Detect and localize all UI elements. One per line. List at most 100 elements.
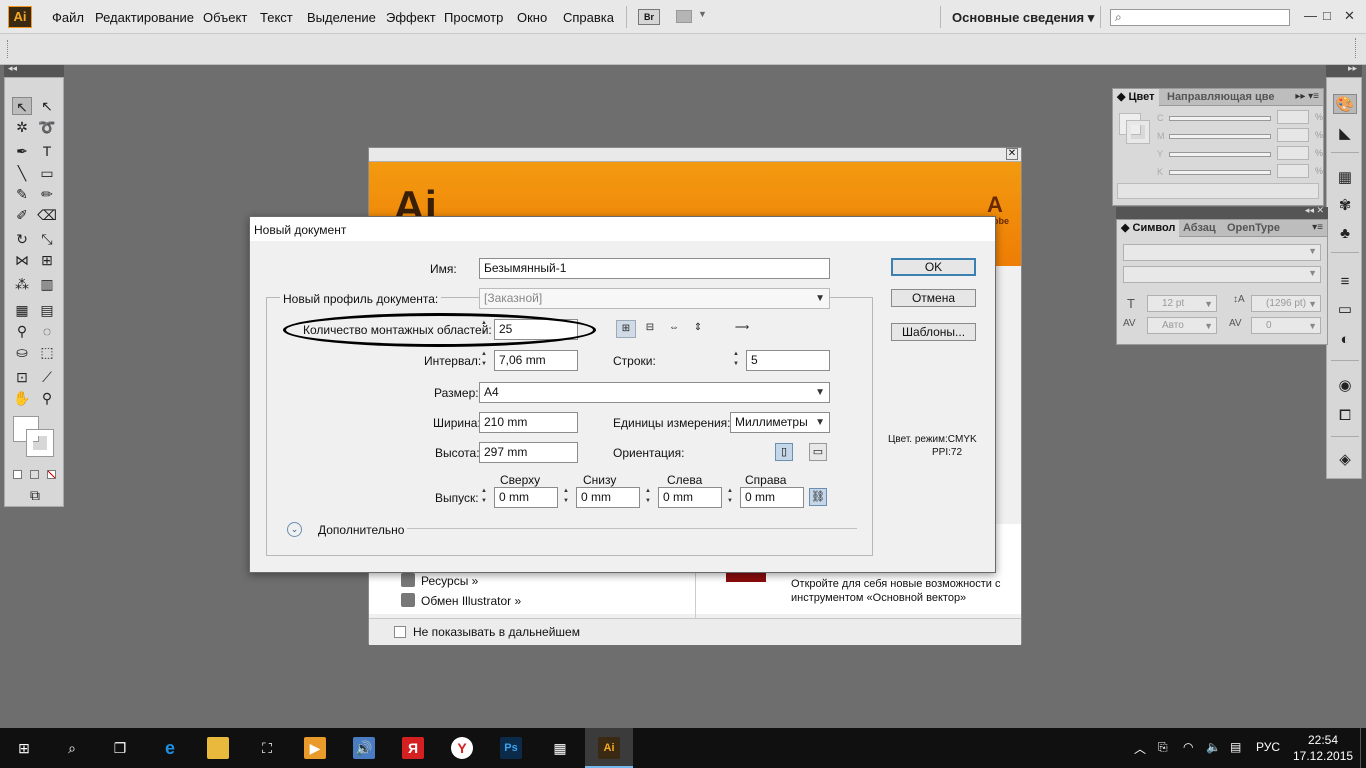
taskbar-yandex-browser[interactable]: Y (438, 728, 486, 768)
ok-button[interactable]: OK (891, 258, 976, 276)
hand-tool-icon[interactable]: ✋ (12, 389, 32, 407)
maximize-button[interactable]: □ (1323, 8, 1331, 23)
exchange-link[interactable]: Обмен Illustrator » (401, 593, 521, 608)
name-input[interactable]: Безымянный-1 (479, 258, 830, 279)
right-to-left-icon[interactable]: ⟶ (732, 320, 752, 338)
color-guide-icon[interactable]: ◣ (1335, 124, 1355, 144)
bridge-button[interactable]: Br (638, 9, 660, 25)
menu-view[interactable]: Просмотр (444, 10, 503, 25)
panel-menu-icon[interactable]: ▸▸ ▾≡ (1295, 91, 1319, 102)
clock[interactable]: 22:54 17.12.2015 (1293, 732, 1353, 764)
dont-show-checkbox[interactable] (394, 626, 406, 638)
tracking-input[interactable]: 0 ▼ (1251, 317, 1321, 334)
blob-brush-tool-icon[interactable]: ✐ (12, 206, 32, 224)
spacing-stepper[interactable] (480, 350, 492, 371)
control-bar-grip-right[interactable] (1355, 38, 1358, 58)
tab-opentype[interactable]: OpenType (1223, 220, 1284, 237)
bleed-top-stepper[interactable] (480, 487, 492, 508)
free-transform-tool-icon[interactable]: ⊞ (37, 251, 57, 269)
pen-tool-icon[interactable]: ✒ (12, 142, 32, 160)
bleed-top-input[interactable]: 0 mm (494, 487, 558, 508)
kerning-input[interactable]: Авто ▼ (1147, 317, 1217, 334)
bleed-right-input[interactable]: 0 mm (740, 487, 804, 508)
gradient-panel-icon[interactable]: ▭ (1335, 300, 1355, 320)
taskbar-explorer[interactable] (194, 728, 242, 768)
tab-paragraph[interactable]: Абзац (1179, 220, 1220, 237)
font-family-select[interactable]: ▼ (1123, 244, 1321, 261)
menu-edit[interactable]: Редактирование (95, 10, 194, 25)
taskbar-yandex[interactable]: Я (389, 728, 437, 768)
menu-help[interactable]: Справка (563, 10, 614, 25)
menu-effect[interactable]: Эффект (386, 10, 436, 25)
selection-tool-icon[interactable]: ↖ (12, 97, 32, 115)
volume-icon[interactable]: 🔈 (1206, 740, 1221, 754)
tab-character[interactable]: ◆ Символ (1117, 220, 1180, 237)
show-desktop-button[interactable] (1360, 728, 1366, 768)
color-mode-icon[interactable] (13, 470, 22, 479)
font-size-input[interactable]: 12 pt ▼ (1147, 295, 1217, 312)
rows-input[interactable]: 5 (746, 350, 830, 371)
eyedropper-tool-icon[interactable]: ⚲ (12, 322, 32, 340)
help-search-input[interactable]: ⌕ (1110, 9, 1290, 26)
line-tool-icon[interactable]: ╲ (12, 164, 32, 182)
spacing-input[interactable]: 7,06 mm (494, 350, 578, 371)
resources-link[interactable]: Ресурсы » (401, 573, 478, 588)
units-select[interactable]: Миллиметры ▼ (730, 412, 830, 433)
taskbar-calculator[interactable]: ▦ (536, 728, 584, 768)
live-paint-selection-tool-icon[interactable]: ⬚ (37, 343, 57, 361)
minimize-button[interactable]: — (1304, 8, 1317, 23)
fill-stroke-swatches[interactable] (13, 416, 57, 458)
scale-tool-icon[interactable]: ⤡ (37, 230, 57, 248)
profile-select[interactable]: [Заказной] ▼ (479, 288, 830, 309)
width-input[interactable]: 210 mm (479, 412, 578, 433)
magic-wand-tool-icon[interactable]: ✲ (12, 118, 32, 136)
mesh-tool-icon[interactable]: ▦ (12, 301, 32, 319)
cancel-button[interactable]: Отмена (891, 289, 976, 307)
lasso-tool-icon[interactable]: ➰ (37, 118, 57, 136)
language-indicator[interactable]: РУС (1256, 740, 1280, 754)
gradient-tool-icon[interactable]: ▤ (37, 301, 57, 319)
taskbar-media[interactable]: ▶ (291, 728, 339, 768)
gradient-mode-icon[interactable] (30, 470, 39, 479)
layers-icon[interactable]: ◈ (1335, 450, 1355, 470)
zoom-tool-icon[interactable]: ⚲ (37, 389, 57, 407)
font-style-select[interactable]: ▼ (1123, 266, 1321, 283)
expand-advanced-icon[interactable]: ⌄ (287, 522, 302, 537)
taskbar-audio[interactable]: 🔊 (340, 728, 388, 768)
bleed-left-input[interactable]: 0 mm (658, 487, 722, 508)
close-button[interactable]: ✕ (1344, 8, 1355, 24)
artboard-tool-icon[interactable]: ⊡ (12, 368, 32, 386)
blend-tool-icon[interactable]: ◌ (37, 322, 57, 340)
eraser-tool-icon[interactable]: ⌫ (37, 206, 57, 224)
height-input[interactable]: 297 mm (479, 442, 578, 463)
screen-mode-icon[interactable]: ⧉ (23, 486, 47, 504)
artboards-input[interactable]: 25 (494, 319, 578, 340)
menu-object[interactable]: Объект (203, 10, 247, 25)
menu-text[interactable]: Текст (260, 10, 293, 25)
pencil-tool-icon[interactable]: ✏ (37, 185, 57, 203)
size-select[interactable]: A4 ▼ (479, 382, 830, 403)
bleed-right-stepper[interactable] (726, 487, 738, 508)
taskbar-photoshop[interactable]: Ps (487, 728, 535, 768)
arrange-by-column-icon[interactable]: ⇕ (688, 320, 708, 338)
rows-stepper[interactable] (732, 350, 744, 371)
advanced-label[interactable]: Дополнительно (318, 523, 404, 537)
network-device-icon[interactable]: ⎘ (1158, 740, 1168, 755)
color-panel-icon[interactable]: 🎨 (1333, 94, 1357, 114)
task-view-button[interactable]: ❐ (96, 728, 144, 768)
live-paint-bucket-tool-icon[interactable]: ⛀ (12, 343, 32, 361)
menu-window[interactable]: Окно (517, 10, 547, 25)
color-spectrum[interactable] (1117, 183, 1319, 199)
none-mode-icon[interactable] (47, 470, 56, 479)
menu-select[interactable]: Выделение (307, 10, 376, 25)
rotate-tool-icon[interactable]: ↻ (12, 230, 32, 248)
landscape-orientation-button[interactable]: ▭ (809, 443, 827, 461)
templates-button[interactable]: Шаблоны... (891, 323, 976, 341)
welcome-close-button[interactable]: ✕ (1006, 148, 1018, 160)
arrange-documents-button[interactable]: ▼ (674, 9, 710, 25)
leading-input[interactable]: (1296 pt) ▼ (1251, 295, 1321, 312)
link-bleed-icon[interactable]: ⛓ (809, 488, 827, 506)
start-button[interactable]: ⊞ (0, 728, 48, 768)
slice-tool-icon[interactable]: ⟋ (37, 368, 57, 386)
toolbar-header[interactable]: ◂◂ (4, 63, 64, 77)
